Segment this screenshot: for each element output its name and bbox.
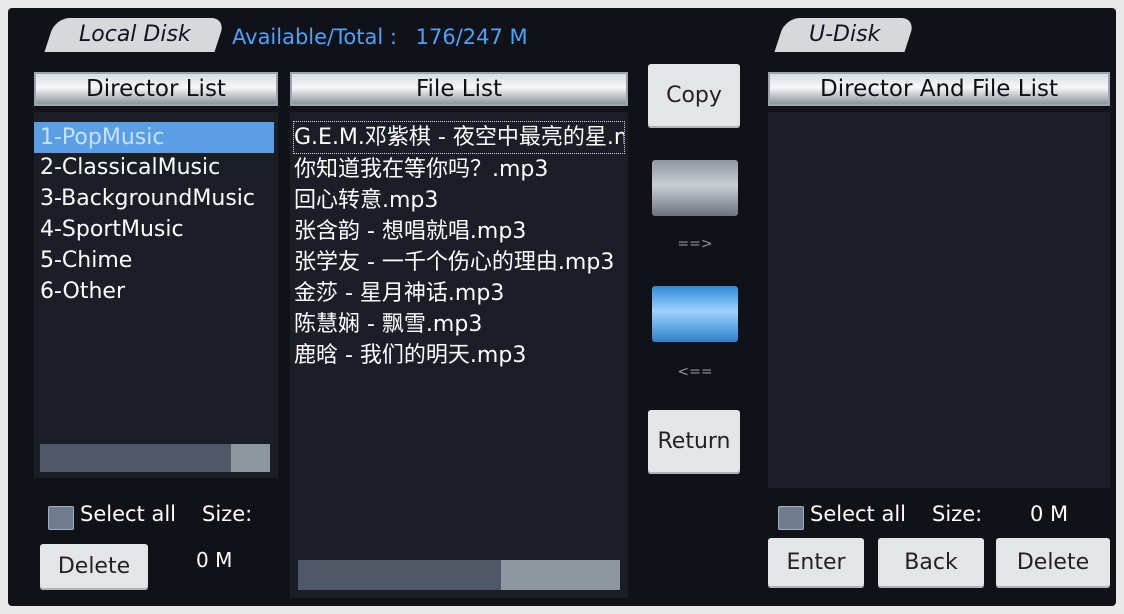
director-list-scroll-thumb[interactable] [40,444,231,472]
director-item-4[interactable]: 4-SportMusic [34,214,280,245]
size-label-local: Size: [202,502,253,526]
file-item-4[interactable]: 张含韵 - 想唱就唱.mp3 [294,216,624,247]
file-list-scroll-thumb[interactable] [298,560,501,590]
file-list-scrollbar[interactable] [298,560,620,590]
file-list-header: File List [290,72,628,106]
tab-u-disk[interactable]: U-Disk [774,18,916,52]
size-value-local: 0 M [196,548,233,572]
to-udisk-arrow: ==> [677,236,713,252]
director-list[interactable]: 1-PopMusic 2-ClassicalMusic 3-Background… [34,112,278,478]
file-item-7[interactable]: 陈慧娴 - 飘雪.mp3 [294,309,624,340]
director-item-2[interactable]: 2-ClassicalMusic [34,152,280,183]
tab-local-disk[interactable]: Local Disk [44,18,226,52]
director-list-header: Director List [34,72,278,106]
director-item-6[interactable]: 6-Other [34,276,280,307]
file-item-5[interactable]: 张学友 - 一千个伤心的理由.mp3 [294,247,624,278]
select-all-checkbox-udisk[interactable] [778,506,804,530]
director-item-5[interactable]: 5-Chime [34,245,280,276]
back-button[interactable]: Back [878,538,984,588]
file-item-2[interactable]: 你知道我在等你吗？.mp3 [294,154,624,185]
udisk-list-header: Director And File List [768,72,1110,106]
availability-label: Available/Total : [232,25,397,49]
copy-button[interactable]: Copy [648,64,740,128]
file-manager-screen: Local Disk Available/Total : 176/247 M U… [8,8,1116,606]
director-item-1[interactable]: 1-PopMusic [34,122,274,153]
delete-button-local[interactable]: Delete [40,544,148,590]
copy-to-local-button[interactable] [652,286,738,342]
file-item-3[interactable]: 回心转意.mp3 [294,185,624,216]
enter-button[interactable]: Enter [768,538,864,588]
copy-to-udisk-button[interactable] [652,160,738,216]
size-value-udisk: 0 M [1030,502,1069,526]
size-label-udisk: Size: [932,502,983,526]
file-list[interactable]: G.E.M.邓紫棋 - 夜空中最亮的星.mp3 你知道我在等你吗？.mp3 回心… [290,112,628,598]
tab-local-disk-label: Local Disk [79,22,191,47]
storage-availability: Available/Total : 176/247 M [232,22,528,52]
director-item-3[interactable]: 3-BackgroundMusic [34,183,280,214]
select-all-checkbox-local[interactable] [48,506,74,530]
file-item-6[interactable]: 金莎 - 星月神话.mp3 [294,278,624,309]
select-all-label-local: Select all [80,502,176,526]
delete-button-udisk[interactable]: Delete [996,538,1110,588]
udisk-file-list[interactable] [768,112,1110,488]
availability-value: 176/247 M [415,25,528,49]
to-local-arrow: <== [677,364,713,380]
return-button[interactable]: Return [648,410,740,474]
file-item-1[interactable]: G.E.M.邓紫棋 - 夜空中最亮的星.mp3 [293,121,625,154]
select-all-label-udisk: Select all [810,502,906,526]
file-item-8[interactable]: 鹿晗 - 我们的明天.mp3 [294,340,624,371]
director-list-scrollbar[interactable] [40,444,270,472]
tab-u-disk-label: U-Disk [809,22,881,47]
